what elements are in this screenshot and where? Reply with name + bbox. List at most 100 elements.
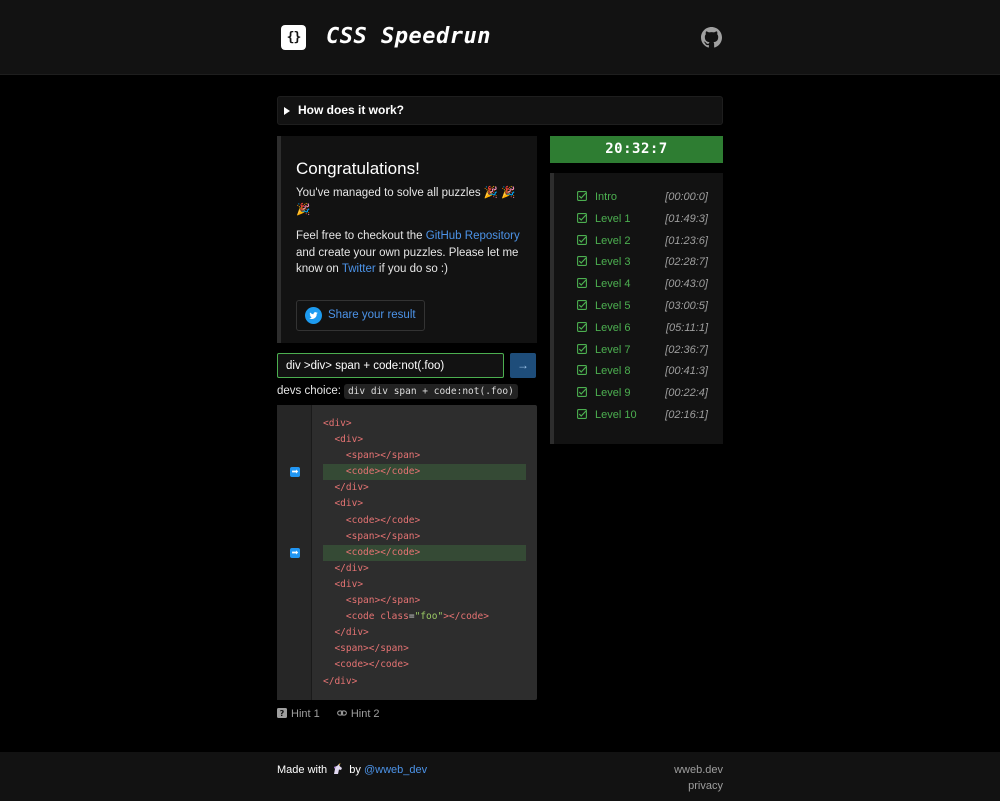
level-item[interactable]: Level 7 [02:36:7] xyxy=(554,342,723,364)
level-name: Level 7 xyxy=(595,343,631,356)
level-name: Level 2 xyxy=(595,234,631,247)
checkbox-checked-icon xyxy=(577,387,587,398)
app-title[interactable]: CSS Speedrun xyxy=(326,24,491,49)
header: {} CSS Speedrun xyxy=(0,0,1000,75)
unicorn-icon xyxy=(334,763,343,774)
how-it-works-label: How does it work? xyxy=(298,103,405,117)
level-name: Level 9 xyxy=(595,387,631,400)
level-item[interactable]: Level 5 [03:00:5] xyxy=(554,298,723,320)
code-line: <span></span> xyxy=(345,530,421,542)
checkbox-checked-icon xyxy=(577,234,587,245)
level-item[interactable]: Level 1 [01:49:3] xyxy=(554,211,723,233)
share-result-button[interactable]: Share your result xyxy=(296,299,425,331)
checkbox-checked-icon xyxy=(577,212,587,223)
github-repo-link[interactable]: GitHub Repository xyxy=(426,230,520,242)
level-item[interactable]: Level 10 [02:16:1] xyxy=(554,407,723,429)
made-with: Made with by @wweb_dev xyxy=(277,763,428,776)
checkbox-checked-icon xyxy=(577,343,587,354)
level-item[interactable]: Level 6 [05:11:1] xyxy=(554,320,723,342)
level-name: Level 10 xyxy=(595,408,637,421)
code-line: <span></span> xyxy=(345,595,421,607)
twitter-link[interactable]: Twitter xyxy=(342,263,376,275)
level-time: [02:36:7] xyxy=(665,343,708,356)
level-name: Level 8 xyxy=(595,365,631,378)
submit-button[interactable]: → xyxy=(510,353,536,378)
devs-choice-code: div div span + code:not(.foo) xyxy=(343,384,518,399)
level-time: [02:28:7] xyxy=(665,256,708,269)
congrats-message: You've managed to solve all puzzles 🎉 🎉 … xyxy=(296,187,516,216)
triangle-right-icon xyxy=(284,107,290,115)
checkbox-checked-icon xyxy=(577,321,587,332)
code-line: </div> xyxy=(334,562,369,574)
timer: 20:32:7 xyxy=(550,136,723,163)
code-line: <div> xyxy=(334,434,364,446)
level-item[interactable]: Level 4 [00:43:0] xyxy=(554,276,723,298)
author-link[interactable]: @wweb_dev xyxy=(364,764,427,776)
congrats-info: Feel free to checkout the GitHub Reposit… xyxy=(296,230,520,275)
code-line: <div> xyxy=(323,418,352,429)
code-line: <span></span> xyxy=(334,643,409,655)
code-line-highlighted: <code></code> xyxy=(323,464,526,481)
level-name: Level 6 xyxy=(595,321,631,334)
logo-icon[interactable]: {} xyxy=(281,25,306,50)
level-name: Intro xyxy=(595,191,618,203)
level-time: [00:00:0] xyxy=(665,191,708,203)
level-time: [02:16:1] xyxy=(665,408,708,421)
levels-list: Intro [00:00:0] Level 1 [01:49:3] Level 2 [01… xyxy=(550,173,723,444)
footer: Made with by @wweb_dev wweb.dev privacy xyxy=(0,752,1000,801)
question-icon: ? xyxy=(277,708,287,718)
code-editor: ➡ ➡ <div> <div> <span></span> <code></cod… xyxy=(277,405,537,700)
code-view: <div> <div> <span></span> <code></code> … xyxy=(323,416,526,690)
devs-choice: devs choice: div div span + code:not(.foo… xyxy=(277,384,518,399)
how-it-works-toggle[interactable]: How does it work? xyxy=(277,96,723,125)
level-time: [00:43:0] xyxy=(665,278,708,291)
checkbox-checked-icon xyxy=(577,278,587,289)
level-item[interactable]: Level 2 [01:23:6] xyxy=(554,233,723,255)
selector-input[interactable] xyxy=(277,353,504,378)
devs-choice-label: devs choice: xyxy=(277,385,341,397)
code-line: <code></code> xyxy=(334,659,409,671)
checkbox-checked-icon xyxy=(577,409,587,419)
match-arrow-icon: ➡ xyxy=(290,547,300,558)
level-time: [05:11:1] xyxy=(666,321,708,334)
level-time: [00:41:3] xyxy=(665,365,708,378)
congrats-panel: Congratulations! You've managed to solve… xyxy=(277,136,537,343)
footer-links: wweb.dev privacy xyxy=(674,763,723,794)
code-line: <code class="foo"></code> xyxy=(345,611,489,623)
checkbox-checked-icon xyxy=(577,256,587,267)
level-time: [01:23:6] xyxy=(665,234,708,247)
code-line: <code></code> xyxy=(345,514,421,526)
checkbox-checked-icon xyxy=(577,365,587,376)
code-line: <span></span> xyxy=(345,450,421,462)
checkbox-checked-icon xyxy=(577,300,587,310)
privacy-link[interactable]: privacy xyxy=(674,779,723,795)
code-line: </div> xyxy=(334,627,369,639)
code-line: </div> xyxy=(334,482,369,494)
level-item[interactable]: Level 8 [00:41:3] xyxy=(554,363,723,385)
level-time: [03:00:5] xyxy=(665,299,708,312)
site-link[interactable]: wweb.dev xyxy=(674,763,723,779)
code-line-highlighted: <code></code> xyxy=(323,544,526,561)
share-label: Share your result xyxy=(328,309,416,321)
level-name: Level 3 xyxy=(595,256,631,269)
twitter-icon xyxy=(305,306,322,324)
level-time: [01:49:3] xyxy=(665,212,708,225)
code-line: <div> xyxy=(334,498,364,510)
level-time: [00:22:4] xyxy=(665,387,708,400)
github-icon[interactable] xyxy=(701,27,722,48)
level-item[interactable]: Intro [00:00:0] xyxy=(554,189,723,211)
link-icon xyxy=(336,710,347,716)
match-arrow-icon: ➡ xyxy=(290,467,300,478)
level-name: Level 1 xyxy=(595,212,631,225)
hints-bar: ? Hint 1 Hint 2 xyxy=(277,708,394,720)
hint-2-button[interactable]: Hint 2 xyxy=(336,708,380,720)
level-item[interactable]: Level 9 [00:22:4] xyxy=(554,385,723,407)
code-line: </div> xyxy=(323,675,358,687)
level-name: Level 5 xyxy=(595,299,631,312)
editor-gutter: ➡ ➡ xyxy=(277,405,312,700)
hint-1-button[interactable]: ? Hint 1 xyxy=(277,708,320,720)
svg-text:?: ? xyxy=(280,709,285,718)
code-line: <div> xyxy=(334,578,364,590)
level-item[interactable]: Level 3 [02:28:7] xyxy=(554,254,723,276)
checkbox-checked-icon xyxy=(577,191,587,201)
